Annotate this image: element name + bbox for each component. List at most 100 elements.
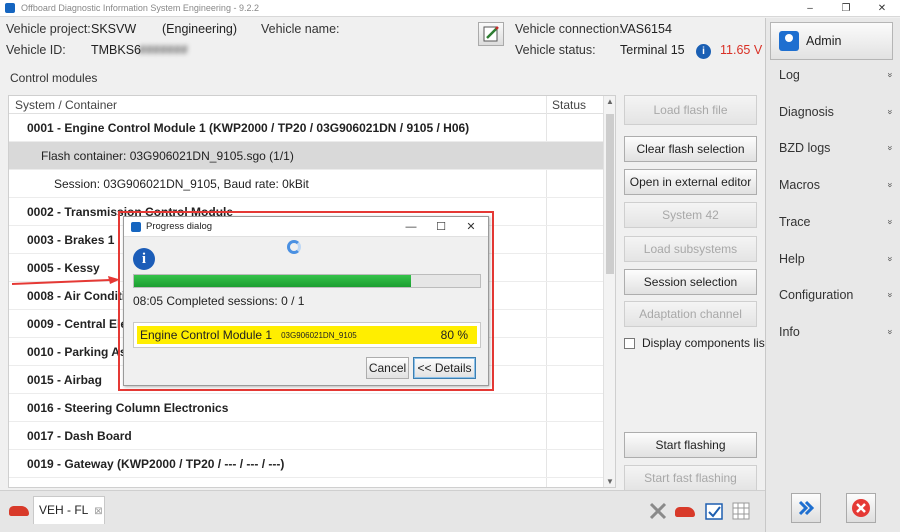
session-row[interactable]: Session: 03G906021DN_9105, Baud rate: 0k… [9, 170, 603, 198]
control-module-row[interactable]: 0019 - Gateway (KWP2000 / TP20 / --- / -… [9, 450, 603, 478]
scroll-down-icon[interactable]: ▼ [604, 477, 615, 486]
chevron-down-icon: » [885, 109, 896, 115]
bottom-toolbar: VEH - FL ⊠ [0, 490, 765, 532]
open-external-editor-button[interactable]: Open in external editor [624, 169, 757, 195]
control-module-row[interactable]: 0001 - Engine Control Module 1 (KWP2000 … [9, 114, 603, 142]
cancel-button[interactable]: Cancel [366, 357, 409, 379]
tools-icon[interactable] [648, 501, 668, 521]
vehicle-status-label: Vehicle status: [515, 43, 596, 57]
vehicle-tab[interactable]: VEH - FL ⊠ [33, 496, 105, 524]
sidebar-item-macros[interactable]: Macros » [766, 167, 900, 203]
vehicle-project-value: SKSVW [91, 22, 137, 36]
admin-button[interactable]: Admin [770, 22, 893, 60]
details-button[interactable]: << Details [413, 357, 476, 379]
display-components-checkbox[interactable]: Display components list [624, 336, 768, 350]
vehicle-car-icon [9, 506, 29, 516]
sidebar-item-bzd-logs[interactable]: BZD logs » [766, 130, 900, 166]
dialog-app-icon [131, 221, 141, 232]
session-file-name: 03G906021DN_9105 [281, 330, 357, 340]
progress-bar-fill [134, 275, 411, 287]
start-fast-flashing-button[interactable]: Start fast flashing [624, 465, 757, 491]
vehicle-tab-label: VEH - FL [39, 503, 88, 517]
sidebar-item-configuration[interactable]: Configuration » [766, 277, 900, 313]
load-flash-file-button[interactable]: Load flash file [624, 95, 757, 125]
control-module-row[interactable]: 0016 - Steering Column Electronics [9, 394, 603, 422]
display-components-label: Display components list [642, 336, 769, 350]
dialog-info-icon: i [133, 248, 155, 270]
checkbox-box[interactable] [624, 337, 635, 349]
start-flashing-button[interactable]: Start flashing [624, 432, 757, 458]
load-subsystems-button[interactable]: Load subsystems [624, 236, 757, 262]
control-modules-heading: Control modules [10, 71, 98, 85]
session-list: Engine Control Module 1 03G906021DN_9105… [133, 322, 481, 348]
vehicle-diagnosis-icon[interactable] [675, 507, 695, 517]
column-header-status[interactable]: Status [552, 98, 586, 112]
sidebar-item-trace[interactable]: Trace » [766, 204, 900, 240]
window-titlebar: Offboard Diagnostic Information System E… [0, 0, 900, 17]
sidebar-item-diagnosis[interactable]: Diagnosis » [766, 94, 900, 130]
sidebar-item-label: Log [779, 68, 800, 82]
dialog-title: Progress dialog [146, 221, 213, 232]
sidebar-item-label: Configuration [779, 288, 854, 303]
column-header-system[interactable]: System / Container [15, 98, 117, 112]
vehicle-id-value: TMBKS6 [91, 43, 142, 57]
sidebar-item-log[interactable]: Log » [766, 57, 900, 93]
exit-button[interactable] [846, 493, 876, 523]
close-button[interactable]: ✕ [864, 0, 900, 17]
chevron-down-icon: » [885, 219, 896, 225]
dialog-minimize-button[interactable]: — [396, 217, 426, 237]
session-list-row[interactable]: Engine Control Module 1 03G906021DN_9105… [137, 326, 477, 344]
sidebar-item-label: BZD logs [779, 141, 831, 156]
double-chevron-right-icon [798, 500, 815, 516]
progress-dialog: Progress dialog — ☐ ✕ i 08:05 Completed … [123, 216, 489, 386]
dialog-close-button[interactable]: ✕ [456, 217, 486, 237]
tab-close-icon[interactable]: ⊠ [94, 506, 102, 517]
sidebar-item-label: Help [779, 251, 805, 266]
dialog-maximize-button[interactable]: ☐ [426, 217, 456, 237]
control-module-row[interactable]: 0017 - Dash Board [9, 422, 603, 450]
battery-voltage: 11.65 V [720, 43, 763, 57]
window-title: Offboard Diagnostic Information System E… [21, 3, 259, 13]
loading-spinner-icon [287, 240, 301, 254]
checklist-icon[interactable] [704, 501, 724, 521]
session-selection-button[interactable]: Session selection [624, 269, 757, 295]
vehicle-id-redacted: ####### [139, 43, 188, 57]
sidebar-item-label: Macros [779, 178, 820, 193]
scrollbar-thumb[interactable] [606, 114, 614, 274]
tree-scrollbar[interactable]: ▲ ▼ [603, 96, 615, 487]
maximize-button[interactable]: ❐ [828, 0, 864, 17]
sidebar-item-label: Info [779, 324, 800, 339]
vehicle-name-label: Vehicle name: [261, 22, 340, 36]
sidebar-item-label: Diagnosis [779, 104, 834, 119]
vehicle-info-panel: Vehicle project: SKSVW (Engineering) Veh… [0, 18, 765, 62]
sidebar: Admin Log» Diagnosis» BZD logs» Macros» Trac… [765, 18, 900, 532]
vehicle-connection-value: VAS6154 [620, 22, 672, 36]
vehicle-id-label: Vehicle ID: [6, 43, 66, 57]
edit-vehicle-button[interactable] [478, 22, 504, 46]
sidebar-item-label: Trace [779, 214, 811, 229]
forward-button[interactable] [791, 493, 821, 523]
system42-button[interactable]: System 42 [624, 202, 757, 228]
session-module-name: Engine Control Module 1 [140, 328, 273, 342]
adaptation-channel-button[interactable]: Adaptation channel [624, 301, 757, 327]
progress-bar [133, 274, 481, 288]
chevron-down-icon: » [885, 72, 896, 78]
admin-icon [779, 31, 799, 51]
minimize-button[interactable]: – [792, 0, 828, 17]
chevron-down-icon: » [885, 255, 896, 262]
app-icon [5, 3, 15, 13]
progress-status-text: 08:05 Completed sessions: 0 / 1 [133, 294, 305, 308]
flash-container-row[interactable]: Flash container: 03G906021DN_9105.sgo (1… [9, 142, 603, 170]
grid-icon[interactable] [731, 501, 751, 521]
vehicle-status-value: Terminal 15 [620, 43, 685, 57]
annotation-arrow [12, 276, 120, 285]
info-icon[interactable]: i [696, 44, 711, 59]
sidebar-item-info[interactable]: Info » [766, 314, 900, 350]
edit-icon [483, 26, 499, 42]
clear-flash-selection-button[interactable]: Clear flash selection [624, 136, 757, 162]
scroll-up-icon[interactable]: ▲ [604, 97, 615, 106]
sidebar-item-help[interactable]: Help » [766, 241, 900, 277]
chevron-down-icon: » [885, 145, 896, 151]
admin-label: Admin [806, 34, 842, 48]
chevron-down-icon: » [885, 182, 896, 188]
